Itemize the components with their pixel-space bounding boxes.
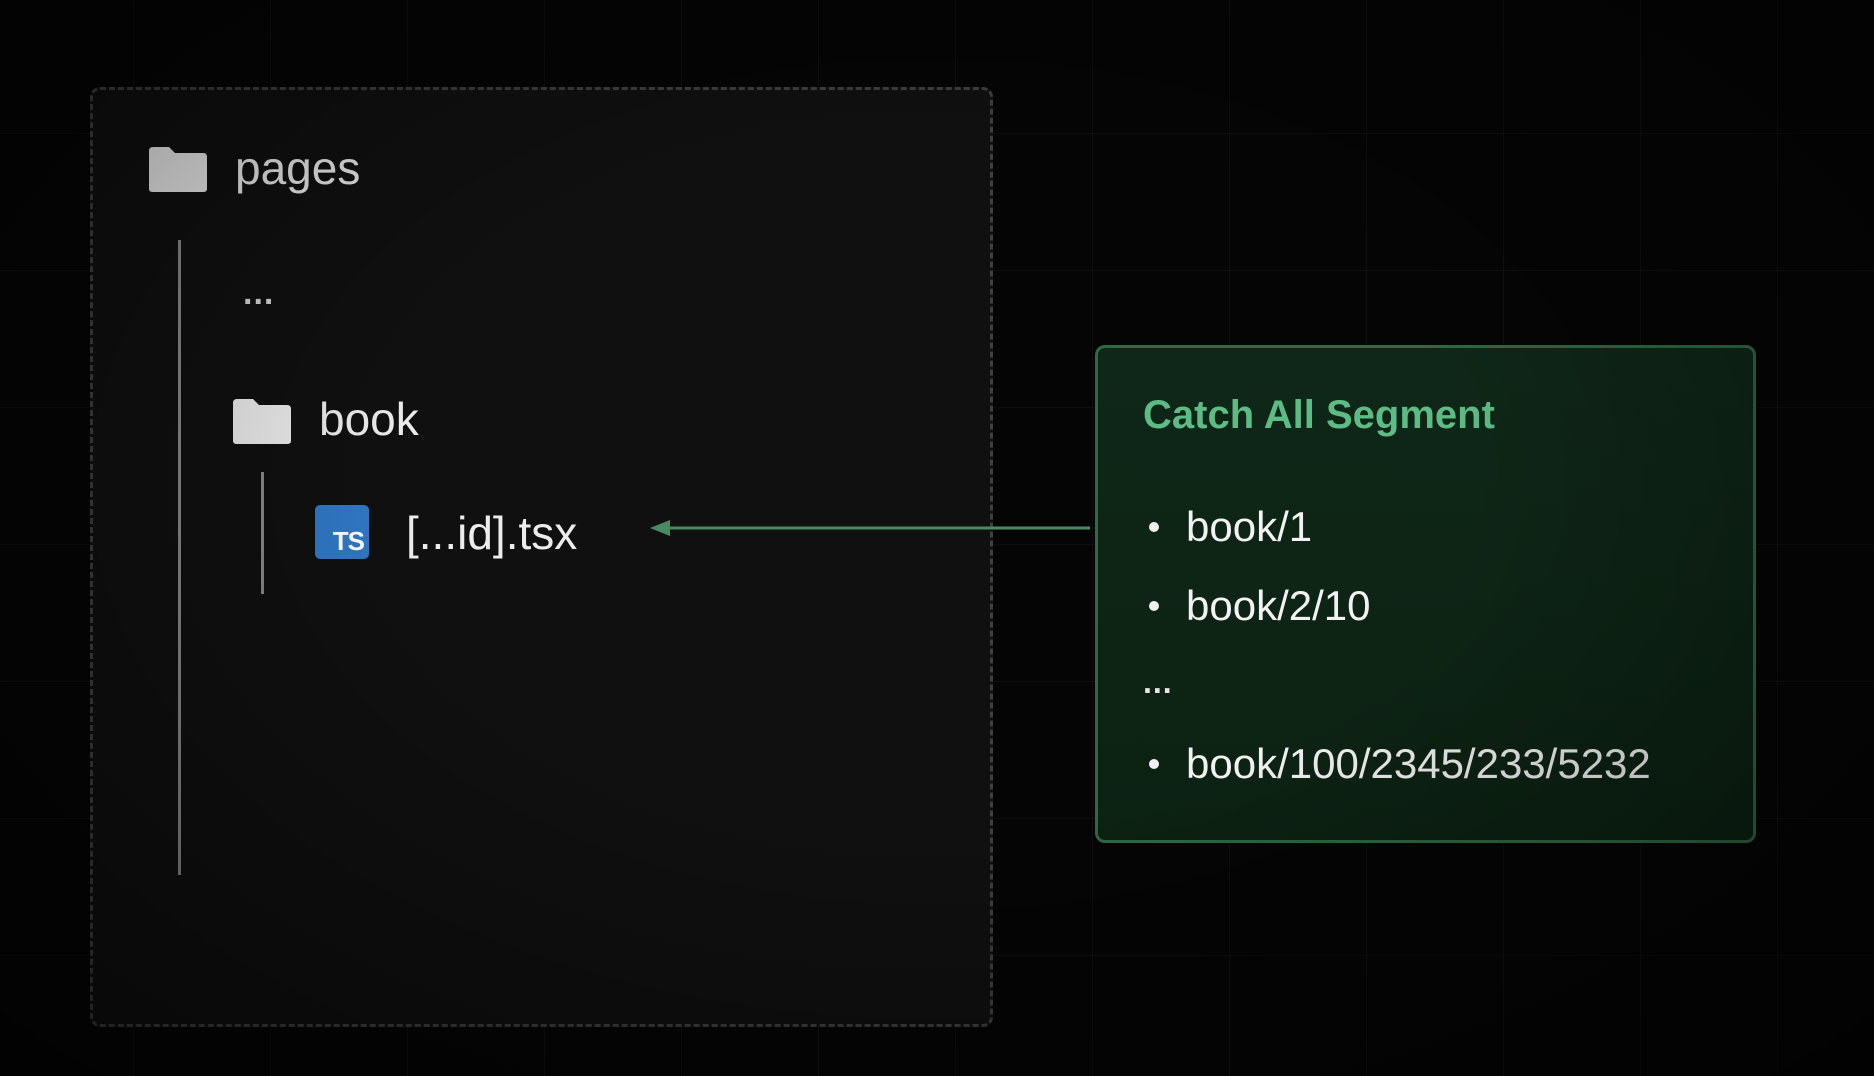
file-tree-panel: pages ... book TS [...id].tsx	[90, 87, 993, 1027]
folder-icon	[231, 397, 293, 445]
root-folder-label: pages	[235, 142, 361, 194]
list-item-label: book/100/2345/233/5232	[1186, 740, 1651, 787]
arrow-left-icon	[650, 513, 1090, 543]
folder-icon	[147, 145, 209, 193]
file-label: [...id].tsx	[406, 507, 578, 559]
list-item: book/1	[1143, 503, 1312, 551]
bullet-icon	[1149, 522, 1159, 532]
tree-ellipsis: ...	[243, 274, 275, 312]
diagram-canvas: pages ... book TS [...id].tsx Catch All …	[0, 0, 1874, 1076]
bullet-icon	[1149, 601, 1159, 611]
catch-all-segment-card: Catch All Segment book/1 book/2/10 ... b…	[1095, 345, 1756, 843]
list-item: book/100/2345/233/5232	[1143, 740, 1651, 788]
sub-folder-label: book	[319, 393, 419, 445]
list-item-label: book/1	[1186, 503, 1313, 550]
bullet-icon	[1149, 759, 1159, 769]
list-item: book/2/10	[1143, 582, 1371, 630]
tree-connector-line	[178, 240, 181, 875]
tree-connector-line	[261, 472, 264, 594]
typescript-file-icon: TS	[315, 505, 369, 559]
list-item-label: book/2/10	[1186, 582, 1371, 629]
card-title: Catch All Segment	[1143, 393, 1495, 437]
card-ellipsis: ...	[1143, 664, 1173, 700]
